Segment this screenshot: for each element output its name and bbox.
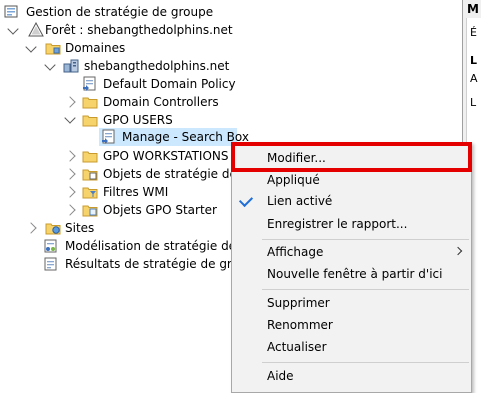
tree-label-gpo-users: GPO USERS <box>103 113 173 127</box>
tree-label-domains: Domaines <box>65 41 126 55</box>
annotation-highlight-box <box>231 142 472 172</box>
menu-label-applique: Appliqué <box>267 173 320 187</box>
menu-item-lien-active[interactable]: Lien activé <box>232 190 471 212</box>
gpo-link-icon <box>83 76 96 91</box>
gpo-link-icon <box>102 129 115 144</box>
details-heading: L <box>470 54 478 67</box>
menu-label-affichage: Affichage <box>267 245 324 259</box>
tree-label-wmi-filters: Filtres WMI <box>103 185 169 199</box>
menu-label-aide: Aide <box>267 369 294 383</box>
tree-label-domain: shebangthedolphins.net <box>84 59 230 73</box>
expand-sites-chevron-right-icon[interactable] <box>25 222 37 234</box>
modeling-icon <box>44 239 57 253</box>
forest-icon <box>28 22 44 37</box>
menu-label-supprimer: Supprimer <box>267 296 330 310</box>
domains-folder-icon <box>45 43 61 55</box>
expand-domains-chevron-down-icon[interactable] <box>25 41 37 53</box>
starter-gpo-folder-icon <box>82 205 98 217</box>
domain-icon <box>63 59 79 73</box>
expand-forest-chevron-down-icon[interactable] <box>7 23 19 35</box>
tree-label-domain-controllers: Domain Controllers <box>103 95 219 109</box>
tree-label-gpo-workstations: GPO WORKSTATIONS <box>103 149 229 163</box>
menu-item-supprimer[interactable]: Supprimer <box>232 292 471 314</box>
menu-label-lien-active: Lien activé <box>267 194 333 208</box>
details-title: M <box>467 2 479 16</box>
folder-icon <box>82 97 98 109</box>
tree-label-root: Gestion de stratégie de groupe <box>26 5 214 19</box>
folder-icon <box>82 151 98 163</box>
menu-label-nouvelle-fenetre: Nouvelle fenêtre à partir d'ici <box>267 267 443 281</box>
menu-item-affichage[interactable]: Affichage <box>232 241 471 263</box>
menu-separator <box>262 239 469 240</box>
menu-label-renommer: Renommer <box>267 318 333 332</box>
gpmc-root-icon <box>4 5 18 18</box>
menu-item-aide[interactable]: Aide <box>232 365 471 387</box>
expand-wmi-filters-chevron-right-icon[interactable] <box>64 186 76 198</box>
tree-label-starter-gpos: Objets GPO Starter <box>103 203 217 217</box>
menu-item-renommer[interactable]: Renommer <box>232 314 471 336</box>
tree-label-sites: Sites <box>65 221 95 235</box>
tree-label-manage-search-box: Manage - Search Box <box>122 130 249 144</box>
expand-gpo-workstations-chevron-right-icon[interactable] <box>64 150 76 162</box>
details-tab[interactable]: É <box>470 26 477 39</box>
menu-label-actualiser: Actualiser <box>267 340 327 354</box>
tree-label-default-domain-policy: Default Domain Policy <box>103 77 236 91</box>
checkmark-icon <box>238 192 254 208</box>
expand-domain-chevron-down-icon[interactable] <box>44 59 56 71</box>
results-icon <box>44 257 57 271</box>
menu-label-enregistrer-rapport: Enregistrer le rapport... <box>267 217 408 231</box>
context-menu: Modifier... Appliqué Lien activé Enregis… <box>231 142 472 393</box>
menu-separator <box>262 362 469 363</box>
tree-label-forest: Forêt : shebangthedolphins.net <box>45 23 233 37</box>
wmi-filter-folder-icon <box>82 187 98 199</box>
expand-domain-controllers-chevron-right-icon[interactable] <box>64 96 76 108</box>
submenu-arrow-icon <box>453 246 463 256</box>
gpo-container-icon <box>82 169 98 181</box>
menu-item-enregistrer-rapport[interactable]: Enregistrer le rapport... <box>232 213 471 235</box>
expand-gpo-users-chevron-down-icon[interactable] <box>64 112 76 124</box>
menu-item-actualiser[interactable]: Actualiser <box>232 336 471 358</box>
menu-item-applique[interactable]: Appliqué <box>232 169 471 191</box>
expand-gpo-objects-chevron-right-icon[interactable] <box>64 168 76 180</box>
folder-icon <box>82 115 98 127</box>
details-text-b: L <box>470 96 477 109</box>
menu-item-nouvelle-fenetre[interactable]: Nouvelle fenêtre à partir d'ici <box>232 263 471 285</box>
details-text-a: A <box>470 72 478 85</box>
expand-starter-gpos-chevron-right-icon[interactable] <box>64 204 76 216</box>
menu-separator <box>262 289 469 290</box>
sites-icon <box>45 223 61 235</box>
